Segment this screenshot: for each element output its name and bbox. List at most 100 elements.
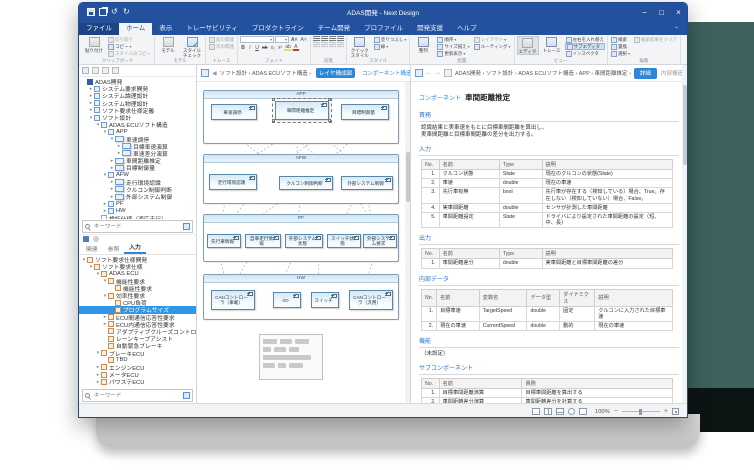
component-node[interactable]: 外部システム状態	[285, 234, 323, 248]
ribbon-small-5-1[interactable]: 線 ▾	[373, 43, 408, 50]
align-right-icon[interactable]	[328, 42, 336, 47]
component-node[interactable]: 外部システム要求	[363, 234, 397, 248]
ribbon-small-6-3[interactable]: レイアウト ▾	[473, 36, 512, 43]
bold-icon[interactable]: B	[240, 44, 246, 51]
zoom-in-icon[interactable]: +	[664, 408, 668, 415]
ribbon-tab-4[interactable]: プロダクトライン	[245, 23, 311, 35]
input-tab-1[interactable]: 参照	[103, 243, 125, 254]
undo-icon[interactable]	[111, 8, 119, 16]
component-node[interactable]: クルコン制御判断	[279, 176, 333, 190]
tree-item[interactable]: ▸ 外部システム制御	[79, 193, 196, 201]
ribbon-tab-6[interactable]: プロファイル	[357, 23, 410, 35]
bullet-list-icon[interactable]	[312, 36, 320, 41]
component-node[interactable]: 車速調停	[211, 104, 257, 120]
preview-icon[interactable]	[567, 408, 575, 415]
indent-icon[interactable]	[336, 36, 344, 41]
advanced-search-icon[interactable]	[183, 223, 190, 230]
ribbon-small-2-0[interactable]: 前の関連	[208, 36, 235, 43]
component-node[interactable]: 走行環境認識	[209, 174, 257, 190]
ribbon-tab-7[interactable]: 開発支援	[410, 23, 450, 35]
subscript-icon[interactable]: x₂	[270, 44, 276, 51]
ribbon-small-7-1[interactable]: サブエディタ	[564, 43, 605, 50]
selection-handle[interactable]	[272, 119, 275, 122]
ribbon-big-0-0[interactable]: 貼り付け	[83, 36, 105, 53]
collapse-all-icon[interactable]	[92, 67, 99, 74]
tree-item[interactable]: ▸ PF	[79, 200, 196, 207]
ribbon-small-6-2[interactable]: 更新表示 ▾	[436, 50, 470, 57]
save-icon[interactable]	[87, 8, 95, 16]
ribbon-big-5-0[interactable]: クイック スタイル	[349, 36, 371, 58]
justify-icon[interactable]	[336, 42, 344, 47]
table-row[interactable]: 1. 目標車間距離演算 目標車間距離を算出する	[421, 388, 674, 399]
ribbon-small-6-4[interactable]: ルーティング ▾	[473, 43, 512, 50]
ribbon-tab-8[interactable]: ヘルプ	[450, 23, 484, 35]
table-row[interactable]: 5. 車間距離設定 State ドライバにより設定された車間距離の設定（短、中、長）	[421, 212, 674, 229]
ribbon-tab-1[interactable]: ホーム	[119, 23, 153, 35]
ribbon-tab-0[interactable]: ファイル	[79, 23, 119, 35]
sync-selection-icon[interactable]	[102, 67, 109, 74]
editor-home-icon[interactable]	[201, 69, 209, 77]
grow-font-icon[interactable]: A˄	[290, 36, 299, 43]
ribbon-small-7-2[interactable]: インスペクタ	[565, 50, 606, 57]
ribbon-small-0-1[interactable]: コピー ▾	[107, 43, 152, 50]
input-tab-0[interactable]: 関連	[81, 243, 103, 254]
ribbon-tab-3[interactable]: トレーサビリティ	[179, 23, 244, 35]
table-row[interactable]: 2. 車間距離差分演算 車間距離差分を計算する	[421, 397, 674, 403]
editor-switch-icon[interactable]	[444, 69, 452, 77]
component-node[interactable]: スイッチ状態	[327, 234, 361, 248]
superscript-icon[interactable]: x²	[277, 44, 283, 51]
selection-handle[interactable]	[272, 98, 275, 101]
component-node[interactable]: 車間距離推定	[272, 98, 332, 123]
number-list-icon[interactable]	[320, 36, 328, 41]
align-center-icon[interactable]	[320, 42, 328, 47]
font-color-icon[interactable]: A	[292, 44, 299, 51]
font-size-select[interactable]: ▾	[275, 36, 289, 43]
layout-hsplit-icon[interactable]	[555, 408, 564, 415]
maximize-button[interactable]	[653, 3, 670, 21]
model-navigator-icon[interactable]	[82, 67, 89, 74]
ribbon-small-0-2[interactable]: スタイルのコピー	[107, 50, 152, 57]
table-row[interactable]: 1. 車間距離差分 double 実車間距離と目標車間距離の差分	[421, 258, 674, 269]
table-row[interactable]: 1. クルコン状態 State 現在のクルコンの状態(State)	[421, 168, 674, 180]
ribbon-tab-5[interactable]: チーム開発	[311, 23, 357, 35]
forward-icon[interactable]: →	[435, 70, 441, 76]
table-row[interactable]: 4. 実車間距離 double センサが計測した車間距離	[421, 202, 674, 214]
view-tab-1[interactable]: コンポーネント構造	[359, 68, 410, 78]
tree-item[interactable]: ▾ ソフト要求仕様	[79, 263, 196, 271]
table-row[interactable]: 2. 車速 double 現在の車速	[421, 178, 674, 189]
table-row[interactable]: 2. 現在の車速 CurrentSpeed double 動的 現在の車速	[420, 321, 674, 332]
panel-model-icon[interactable]	[83, 236, 89, 242]
selection-handle[interactable]	[328, 119, 331, 122]
component-node[interactable]: I/O	[273, 292, 301, 308]
diagram-scrollbar[interactable]	[405, 82, 410, 403]
align-left-icon[interactable]	[312, 42, 320, 47]
layout-vsplit-icon[interactable]	[543, 408, 552, 415]
ribbon-small-7-0[interactable]: 左右を入れ替え	[565, 36, 606, 43]
ribbon-small-0-0[interactable]: 切り取り	[107, 36, 152, 43]
panel-filter-icon[interactable]	[93, 236, 99, 242]
diagram-breadcrumb[interactable]: ソフト設計 › ADAS ECUソフト構造 ›	[220, 69, 311, 77]
tree-item[interactable]: 検証仕様（適応走行）	[79, 215, 196, 219]
ribbon-big-1-0[interactable]: モデル	[157, 36, 179, 53]
table-row[interactable]: 1. 目標車速 TargetSpeed double 固定 クルコンに入力された目標車速	[420, 305, 674, 323]
ribbon-small-8-2[interactable]: 選択 ▾	[610, 50, 631, 57]
ribbon-big-6-0[interactable]: 整列	[412, 36, 434, 53]
component-node[interactable]: 自車走行情報	[245, 234, 281, 248]
ribbon-tab-2[interactable]: 表示	[152, 23, 179, 35]
fit-page-icon[interactable]	[578, 408, 587, 415]
ribbon-big-7-1[interactable]: トレース	[541, 36, 563, 53]
zoom-slider-thumb[interactable]	[638, 408, 642, 415]
table-row[interactable]: 3. 先行車有無 bool 先行車が存在する（検知している）場合、True。存在しない…	[421, 187, 674, 204]
strikethrough-icon[interactable]: ab	[261, 44, 269, 51]
highlight-icon[interactable]: ab	[284, 44, 292, 51]
navigator-search-input[interactable]	[92, 222, 181, 231]
ribbon-collapse-icon[interactable]: ⌃	[674, 26, 679, 33]
ribbon-big-1-1[interactable]: スタイル チェック	[181, 36, 203, 58]
underline-icon[interactable]: U	[254, 44, 260, 51]
detail-breadcrumb[interactable]: ADAS開発 › ソフト設計 › ADAS ECUソフト構造 › APP › 車…	[455, 69, 631, 77]
ribbon-small-6-0[interactable]: 順序 ▾	[436, 36, 470, 43]
detail-scrollbar[interactable]	[682, 65, 687, 403]
tree-item[interactable]: ▾ ブレーキECU	[79, 349, 196, 358]
tree-item[interactable]: ▸ パワステECU	[79, 378, 196, 386]
zoom-fit-icon[interactable]	[672, 408, 679, 415]
